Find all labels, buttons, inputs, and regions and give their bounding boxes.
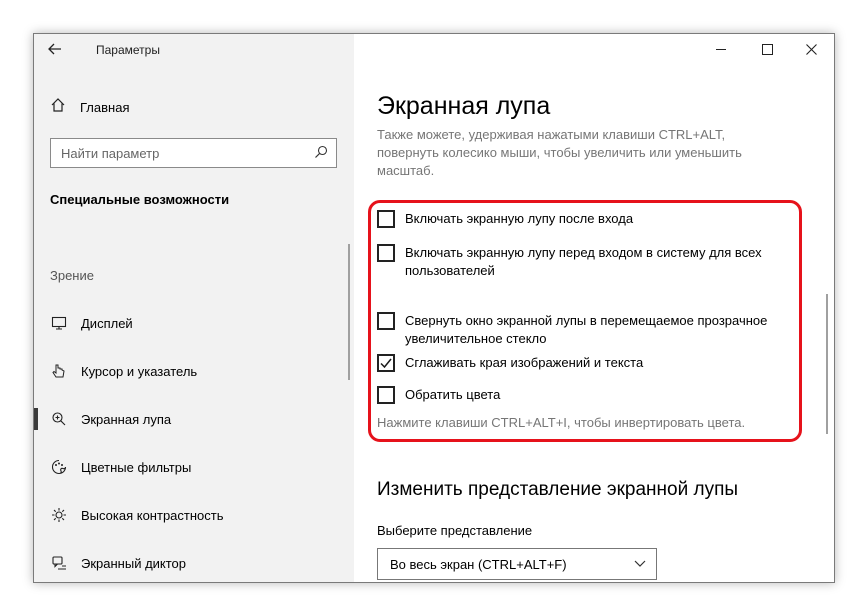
- option-row[interactable]: Сглаживать края изображений и текста: [377, 354, 801, 372]
- back-button[interactable]: [48, 42, 62, 59]
- display-icon: [50, 314, 68, 332]
- maximize-icon: [761, 43, 773, 55]
- section-title: Специальные возможности: [50, 192, 230, 207]
- settings-window: Параметры Главная Специальные возможност…: [33, 33, 835, 583]
- sidebar-item-label: Экранная лупа: [81, 411, 172, 427]
- sidebar-item-high-contrast[interactable]: Высокая контрастность: [34, 491, 354, 539]
- close-icon: [805, 43, 817, 55]
- chevron-down-icon: [634, 560, 646, 567]
- nav-list: Дисплей Курсор и указатель Экранная лупа…: [34, 299, 354, 582]
- option-row[interactable]: Свернуть окно экранной лупы в перемещаем…: [377, 312, 801, 348]
- checkbox[interactable]: [377, 210, 395, 228]
- option-label: Сглаживать края изображений и текста: [405, 355, 644, 370]
- option-row[interactable]: Включать экранную лупу перед входом в си…: [377, 244, 801, 280]
- high-contrast-icon: [50, 506, 68, 524]
- page-description: Также можете, удерживая нажатыми клавиши…: [377, 127, 742, 178]
- close-button[interactable]: [788, 34, 834, 64]
- view-select-value: Во весь экран (CTRL+ALT+F): [390, 556, 567, 572]
- view-select-label: Выберите представление: [377, 523, 533, 538]
- sidebar: Параметры Главная Специальные возможност…: [34, 34, 354, 582]
- page-title: Экранная лупа: [377, 92, 551, 120]
- back-arrow-icon: [48, 43, 61, 55]
- option-row[interactable]: Обратить цвета: [377, 386, 801, 404]
- nav-home-label: Главная: [80, 100, 130, 115]
- sidebar-item-label: Экранный диктор: [81, 555, 187, 571]
- checkmark-icon: [380, 358, 392, 369]
- sidebar-item-label: Курсор и указатель: [81, 363, 198, 379]
- sidebar-item-display[interactable]: Дисплей: [34, 299, 354, 347]
- option-label: Свернуть окно экранной лупы в перемещаем…: [405, 313, 768, 346]
- narrator-icon: [50, 554, 68, 572]
- checkbox[interactable]: [377, 312, 395, 330]
- sidebar-item-cursor[interactable]: Курсор и указатель: [34, 347, 354, 395]
- app-title: Параметры: [96, 43, 160, 57]
- nav-home[interactable]: Главная: [50, 97, 129, 118]
- checkbox-checked[interactable]: [377, 354, 395, 372]
- view-heading: Изменить представление экранной лупы: [377, 479, 739, 500]
- main-scrollbar[interactable]: [826, 294, 828, 434]
- checkbox[interactable]: [377, 386, 395, 404]
- option-row[interactable]: Включать экранную лупу после входа: [377, 210, 801, 228]
- magnifier-icon: [50, 410, 68, 428]
- minimize-icon: [715, 48, 726, 50]
- option-label: Обратить цвета: [405, 387, 501, 402]
- option-label: Включать экранную лупу после входа: [405, 211, 634, 226]
- sidebar-scrollbar[interactable]: [348, 244, 350, 380]
- sidebar-item-label: Дисплей: [81, 315, 133, 331]
- invert-hint: Нажмите клавиши CTRL+ALT+I, чтобы инверт…: [377, 415, 746, 430]
- color-filters-icon: [50, 458, 68, 476]
- sidebar-item-color-filters[interactable]: Цветные фильтры: [34, 443, 354, 491]
- sidebar-item-label: Высокая контрастность: [81, 507, 224, 523]
- maximize-button[interactable]: [744, 34, 790, 64]
- view-select[interactable]: Во весь экран (CTRL+ALT+F): [377, 548, 657, 580]
- minimize-button[interactable]: [698, 34, 744, 64]
- sidebar-item-narrator[interactable]: Экранный диктор: [34, 539, 354, 582]
- checkbox[interactable]: [377, 244, 395, 262]
- main-content: Экранная лупа Также можете, удерживая на…: [354, 34, 834, 582]
- option-label: Включать экранную лупу перед входом в си…: [405, 245, 762, 278]
- search-box[interactable]: [50, 138, 337, 168]
- sidebar-item-label: Цветные фильтры: [81, 459, 192, 475]
- home-icon: [50, 97, 68, 118]
- cursor-icon: [50, 362, 68, 380]
- group-label-vision: Зрение: [50, 268, 94, 283]
- sidebar-item-magnifier[interactable]: Экранная лупа: [34, 395, 354, 443]
- search-icon[interactable]: [314, 145, 328, 164]
- search-input[interactable]: [51, 139, 311, 167]
